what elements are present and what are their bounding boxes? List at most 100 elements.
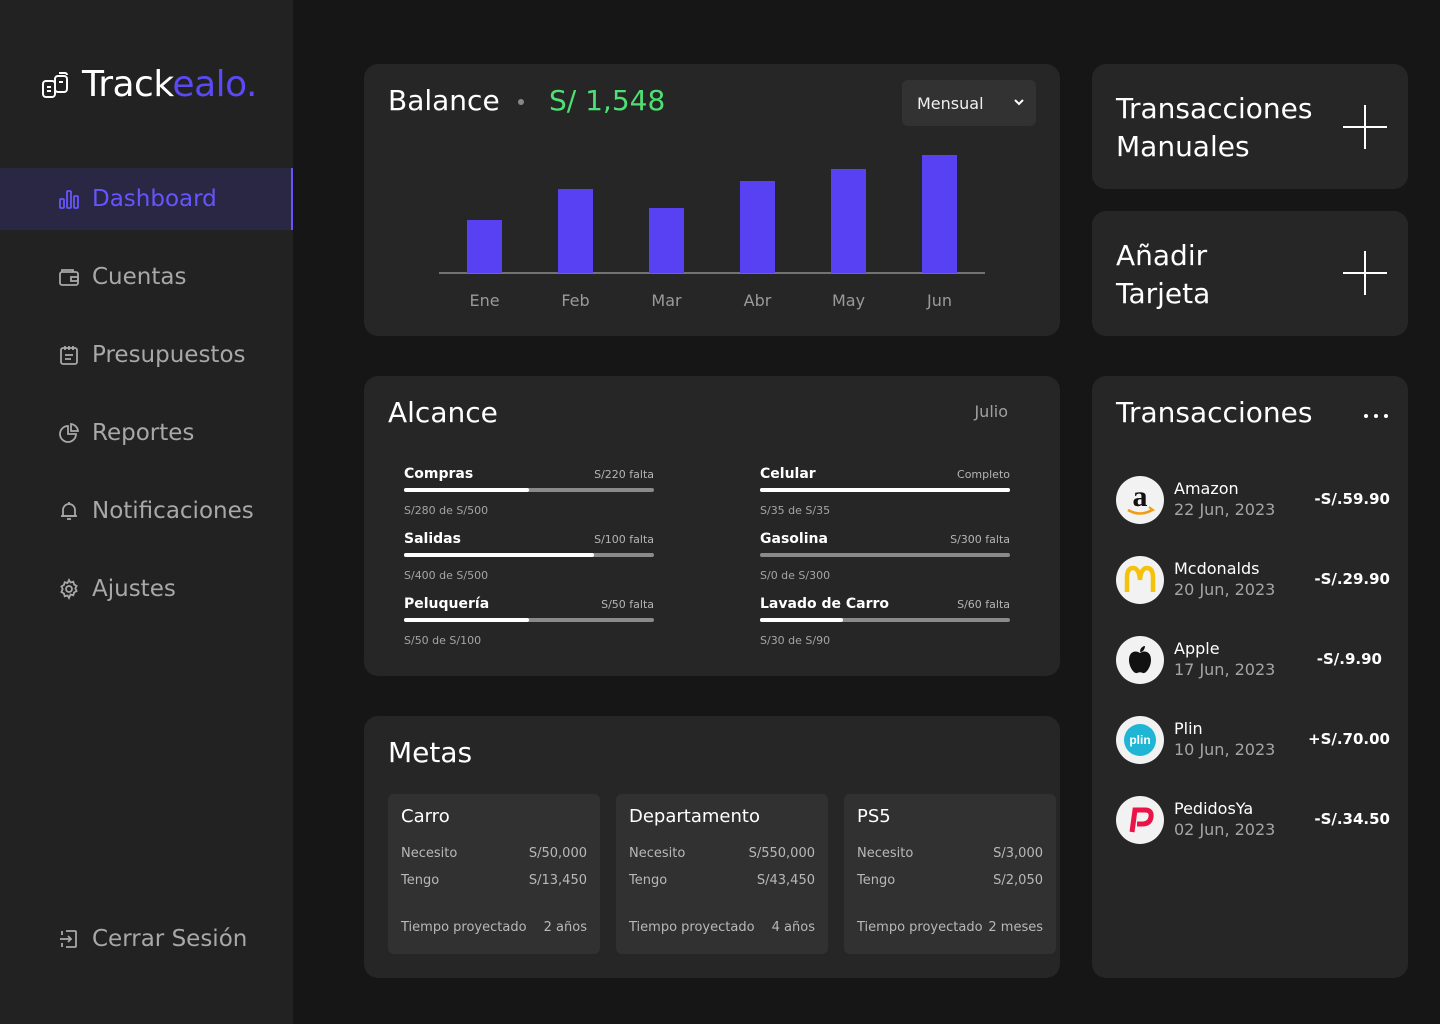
sidebar-item-reportes[interactable]: Reportes	[0, 402, 293, 464]
add-card-card[interactable]: Añadir Tarjeta	[1092, 211, 1408, 336]
chart-bar-jun[interactable]	[922, 155, 957, 273]
sidebar-item-label: Cuentas	[92, 264, 187, 290]
transaction-item[interactable]: PedidosYa 02 Jun, 2023 -S/.34.50	[1116, 796, 1392, 846]
transactions-title: Transacciones	[1116, 396, 1313, 429]
balance-value: S/ 1,548	[549, 84, 666, 117]
transaction-item[interactable]: Apple 17 Jun, 2023 -S/.9.90	[1116, 636, 1392, 686]
manual-transactions-label: Transacciones Manuales	[1116, 90, 1312, 166]
chart-bar-may[interactable]	[831, 169, 866, 273]
goal-card-ps5[interactable]: PS5 Necesito S/3,000 Tengo S/2,050 Tiempo …	[844, 794, 1056, 954]
transaction-amount: -S/.34.50	[1314, 810, 1390, 828]
chart-bar-ene[interactable]	[467, 220, 502, 273]
goal-time-row: Tiempo proyectado 2 meses	[857, 920, 1043, 935]
sidebar: Trackealo. Dashboard Cuentas Presupuesto…	[0, 0, 293, 1024]
chevron-down-icon	[1014, 99, 1024, 106]
transaction-amount: -S/.29.90	[1314, 570, 1390, 588]
metas-card: Metas Carro Necesito S/50,000 Tengo S/13,4…	[364, 716, 1060, 978]
progress-fill	[760, 618, 843, 622]
budget-name: Compras	[404, 466, 474, 482]
sidebar-item-notificaciones[interactable]: Notificaciones	[0, 480, 293, 542]
transaction-name: Mcdonalds	[1174, 559, 1260, 578]
plus-icon	[1343, 251, 1387, 295]
wallet-icon	[58, 266, 80, 288]
metas-title: Metas	[388, 736, 473, 769]
progress-track	[760, 553, 1010, 557]
mcdonalds-logo-icon	[1116, 556, 1164, 604]
progress-fill	[404, 488, 529, 492]
add-card-line2: Tarjeta	[1116, 277, 1211, 310]
budget-detail: S/30 de S/90	[760, 634, 831, 647]
notepad-icon	[58, 344, 80, 366]
goal-time-label: Tiempo proyectado	[857, 920, 983, 935]
budget-remaining: S/220 falta	[594, 468, 654, 481]
budget-progress-compras: Compras S/220 falta S/280 de S/500	[404, 466, 654, 526]
add-card-label: Añadir Tarjeta	[1116, 237, 1210, 313]
more-options-icon[interactable]	[1364, 404, 1388, 428]
brand-accent: ealo.	[172, 64, 257, 105]
goal-need-row: Necesito S/50,000	[401, 846, 587, 861]
goal-need-label: Necesito	[857, 846, 914, 861]
goal-have-value: S/2,050	[993, 873, 1043, 888]
budget-name: Celular	[760, 466, 816, 482]
transaction-item[interactable]: a Amazon 22 Jun, 2023 -S/.59.90	[1116, 476, 1392, 526]
budget-remaining: S/100 falta	[594, 533, 654, 546]
sidebar-item-cuentas[interactable]: Cuentas	[0, 246, 293, 308]
budget-detail: S/35 de S/35	[760, 504, 831, 517]
app-logo[interactable]: Trackealo.	[40, 64, 257, 105]
separator-dot	[518, 99, 524, 105]
goal-have-row: Tengo S/2,050	[857, 873, 1043, 888]
budget-name: Gasolina	[760, 531, 828, 547]
progress-fill	[404, 553, 594, 557]
goal-title: Departamento	[629, 806, 760, 827]
progress-track	[760, 488, 1010, 492]
chart-bar-abr[interactable]	[740, 181, 775, 273]
goal-have-label: Tengo	[857, 873, 896, 888]
apple-logo-icon	[1116, 636, 1164, 684]
sidebar-item-label: Dashboard	[92, 186, 217, 212]
manual-transactions-card[interactable]: Transacciones Manuales	[1092, 64, 1408, 189]
bell-icon	[58, 500, 80, 522]
x-tick-label: Ene	[469, 291, 499, 310]
chart-bar-feb[interactable]	[558, 189, 593, 273]
goal-need-label: Necesito	[629, 846, 686, 861]
budget-detail: S/0 de S/300	[760, 569, 831, 582]
goal-title: PS5	[857, 806, 891, 827]
sidebar-item-presupuestos[interactable]: Presupuestos	[0, 324, 293, 386]
goal-card-carro[interactable]: Carro Necesito S/50,000 Tengo S/13,450 Tie…	[388, 794, 600, 954]
goal-time-label: Tiempo proyectado	[401, 920, 527, 935]
brand-main: Track	[82, 64, 173, 105]
transaction-item[interactable]: Mcdonalds 20 Jun, 2023 -S/.29.90	[1116, 556, 1392, 606]
sidebar-item-ajustes[interactable]: Ajustes	[0, 558, 293, 620]
transaction-date: 17 Jun, 2023	[1174, 660, 1276, 679]
goal-have-row: Tengo S/43,450	[629, 873, 815, 888]
budget-detail: S/50 de S/100	[404, 634, 482, 647]
logout-button[interactable]: Cerrar Sesión	[0, 908, 293, 970]
pie-chart-icon	[58, 422, 80, 444]
add-manual-transaction-button[interactable]	[1342, 104, 1388, 150]
transaction-item[interactable]: plin Plin 10 Jun, 2023 +S/.70.00	[1116, 716, 1392, 766]
goal-need-label: Necesito	[401, 846, 458, 861]
transaction-date: 22 Jun, 2023	[1174, 500, 1276, 519]
progress-track	[404, 553, 654, 557]
budget-progress-salidas: Salidas S/100 falta S/400 de S/500	[404, 531, 654, 591]
progress-track	[404, 618, 654, 622]
sidebar-item-dashboard[interactable]: Dashboard	[0, 168, 293, 230]
add-card-button[interactable]	[1342, 250, 1388, 296]
transaction-name: Apple	[1174, 639, 1220, 658]
goal-have-value: S/43,450	[756, 873, 815, 888]
x-tick-label: Feb	[561, 291, 589, 310]
period-select-value: Mensual	[917, 93, 984, 113]
goal-need-value: S/50,000	[528, 846, 587, 861]
chart-bar-mar[interactable]	[649, 208, 684, 273]
budget-remaining: S/60 falta	[957, 598, 1010, 611]
x-tick-label: May	[832, 291, 865, 310]
svg-text:plin: plin	[1129, 733, 1150, 747]
manual-transactions-line2: Manuales	[1116, 130, 1250, 163]
goal-time-row: Tiempo proyectado 4 años	[629, 920, 815, 935]
goal-need-value: S/550,000	[748, 846, 815, 861]
goal-card-departamento[interactable]: Departamento Necesito S/550,000 Tengo S/43…	[616, 794, 828, 954]
period-select[interactable]: Mensual	[902, 80, 1036, 126]
sidebar-item-label: Reportes	[92, 420, 195, 446]
alcance-title: Alcance	[388, 396, 498, 429]
transaction-date: 02 Jun, 2023	[1174, 820, 1276, 839]
